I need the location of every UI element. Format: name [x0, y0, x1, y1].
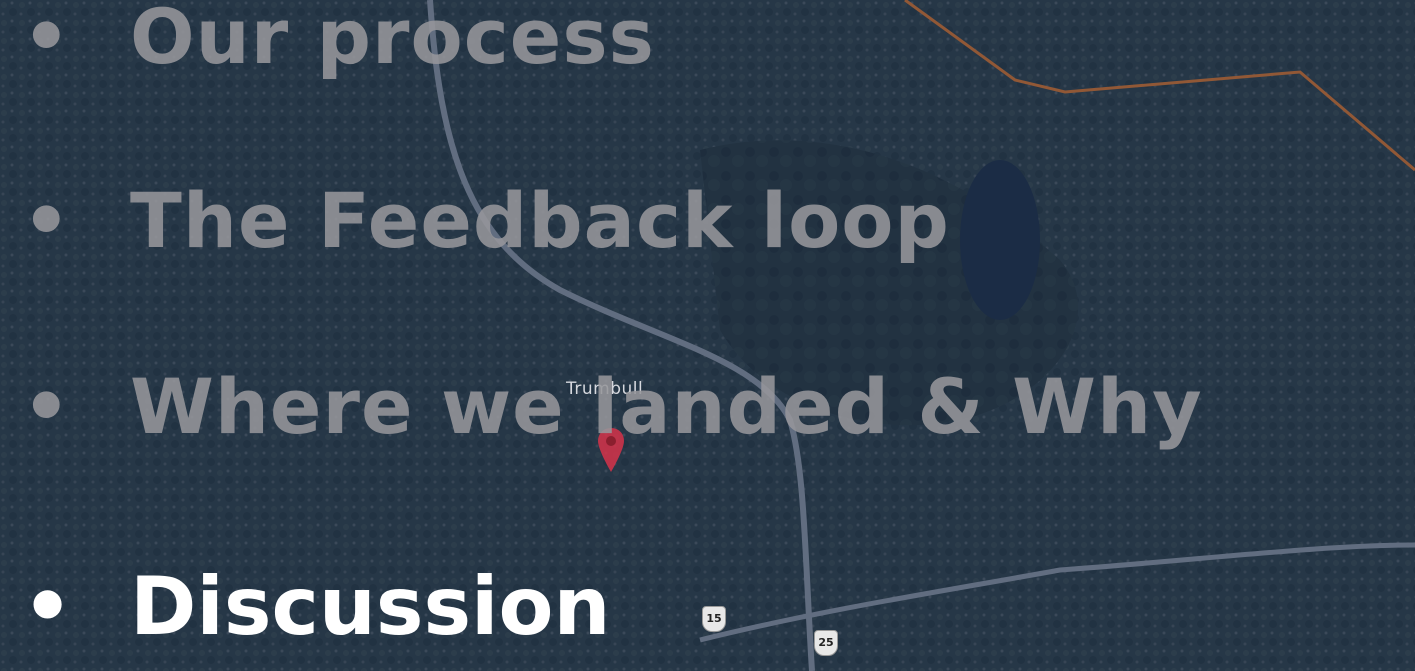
agenda-item-text: Discussion: [130, 560, 611, 653]
agenda-item-where-we-landed: • Where we landed & Why: [22, 362, 1203, 451]
bullet-marker: •: [22, 176, 72, 265]
slide: Trumbull 15 25 • Our process • The Feedbac…: [0, 0, 1415, 671]
agenda-item-discussion: • Discussion: [22, 560, 610, 653]
agenda-item-text: The Feedback loop: [130, 176, 950, 265]
agenda-item-text: Our process: [130, 0, 655, 81]
agenda-item-text: Where we landed & Why: [130, 362, 1203, 451]
agenda-item-feedback-loop: • The Feedback loop: [22, 176, 950, 265]
bullet-marker: •: [22, 560, 74, 653]
bullet-marker: •: [22, 362, 72, 451]
bullet-marker: •: [22, 0, 72, 81]
agenda-list: • Our process • The Feedback loop • Where w…: [0, 0, 1415, 671]
agenda-item-our-process: • Our process: [22, 0, 655, 81]
